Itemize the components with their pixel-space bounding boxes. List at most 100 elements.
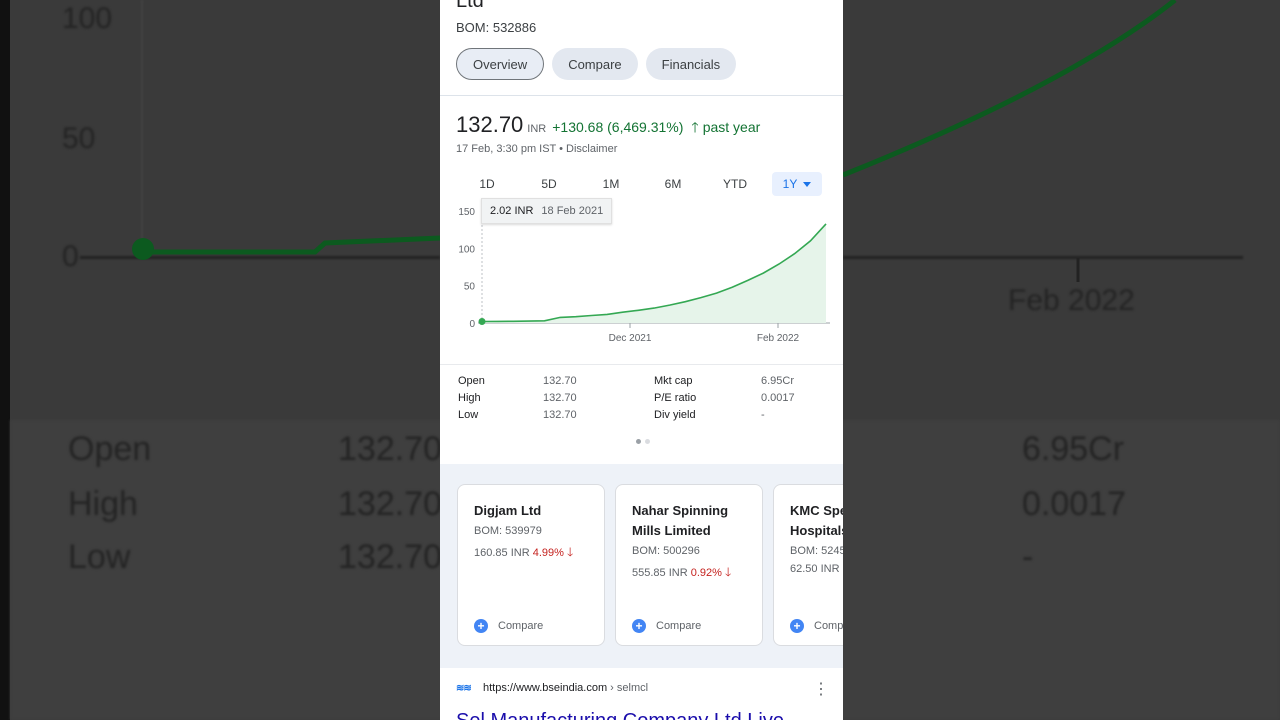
- result-title-link[interactable]: Sel Manufacturing Company Ltd Live: [456, 710, 784, 720]
- current-price: 132.70: [456, 112, 524, 137]
- stat-label: Open: [458, 375, 485, 387]
- card-ticker: BOM: 524520: [790, 545, 843, 557]
- bg-stat-value: 132.70: [338, 485, 442, 523]
- data-point: [478, 317, 486, 325]
- compare-card[interactable]: KMC Speciality Hospitals BOM: 524520 62.…: [773, 484, 843, 646]
- tab-overview[interactable]: Overview: [456, 48, 545, 80]
- card-ticker: BOM: 500296: [632, 545, 700, 557]
- compare-button[interactable]: + Compare: [474, 619, 543, 633]
- compare-card[interactable]: Nahar Spinning Mills Limited BOM: 500296…: [615, 484, 763, 646]
- tooltip-date: 18 Feb 2021: [541, 205, 604, 217]
- result-domain: https://www.bseindia.com: [483, 682, 608, 694]
- bg-right-value: 6.95Cr: [1022, 430, 1125, 468]
- price-row: 132.70 INR +130.68 (6,469.31%) 🡑 past ye…: [456, 112, 760, 141]
- range-1y-label: 1Y: [782, 177, 798, 191]
- stat-label: High: [458, 392, 481, 404]
- bg-stat-value: 132.70: [338, 538, 442, 576]
- card-change-pct: 0.92%: [690, 567, 722, 579]
- y-tick-label: 50: [464, 282, 476, 293]
- compare-label: Compare: [656, 620, 702, 632]
- bg-right-value: -: [1022, 538, 1034, 576]
- card-company-name: Nahar Spinning Mills Limited: [632, 503, 729, 538]
- stats-table: Open 132.70 Mkt cap 6.95Cr High 132.70 P…: [458, 375, 795, 426]
- stat-label: Mkt cap: [654, 375, 693, 387]
- carousel-dot-active[interactable]: [636, 439, 641, 444]
- result-breadcrumb: › selmcl: [607, 682, 649, 694]
- x-tick-label: Feb 2022: [757, 333, 800, 344]
- y-tick-label: 100: [458, 244, 475, 255]
- tab-compare[interactable]: Compare: [552, 48, 638, 80]
- carousel-dot[interactable]: [645, 439, 650, 444]
- stat-value: 6.95Cr: [761, 375, 795, 387]
- card-price-row: 160.85 INR 4.99% 🡓: [474, 543, 588, 564]
- bg-x-label: Feb 2022: [1008, 284, 1135, 317]
- stat-label: P/E ratio: [654, 392, 697, 404]
- carousel-dots: [636, 439, 650, 444]
- y-tick-label: 150: [458, 207, 475, 218]
- bg-stat-label: High: [68, 485, 138, 523]
- range-selector: 1D 5D 1M 6M YTD 1Y: [456, 172, 826, 196]
- x-tick-label: Dec 2021: [609, 333, 652, 344]
- bg-right-value: 0.0017: [1022, 485, 1126, 523]
- card-company-name: KMC Speciality Hospitals: [790, 503, 843, 538]
- stat-row: High 132.70 P/E ratio 0.0017: [458, 392, 795, 409]
- range-1m[interactable]: 1M: [580, 172, 642, 196]
- card-price: 62.50 INR: [790, 563, 840, 575]
- range-1y-dropdown[interactable]: 1Y: [772, 172, 822, 196]
- more-vert-icon[interactable]: ⋮: [813, 682, 829, 698]
- card-price-row: 62.50 INR: [790, 563, 843, 575]
- compare-button[interactable]: + Compare: [790, 619, 843, 633]
- chart-tooltip: 2.02 INR 18 Feb 2021: [481, 198, 613, 224]
- change-period: past year: [702, 119, 761, 135]
- down-arrow-icon: 🡓: [566, 545, 574, 559]
- chevron-down-icon: [803, 181, 812, 187]
- price-change: +130.68 (6,469.31%): [552, 119, 684, 135]
- plus-icon: +: [790, 619, 804, 633]
- range-6m[interactable]: 6M: [642, 172, 704, 196]
- bg-stat-label: Low: [68, 538, 131, 576]
- compare-button[interactable]: + Compare: [632, 619, 701, 633]
- card-ticker: BOM: 539979: [474, 525, 542, 537]
- plus-icon: +: [632, 619, 646, 633]
- card-company-name: Digjam Ltd: [474, 503, 542, 518]
- y-tick-label: 0: [469, 319, 475, 330]
- bse-favicon-icon: ≋≋: [456, 683, 472, 694]
- card-change-pct: 4.99%: [532, 547, 564, 559]
- stat-row: Low 132.70 Div yield -: [458, 409, 795, 426]
- company-name: Ltd: [456, 0, 484, 12]
- compare-card[interactable]: Digjam Ltd BOM: 539979 160.85 INR 4.99% …: [457, 484, 605, 646]
- up-arrow-icon: 🡑: [691, 119, 699, 135]
- tooltip-value: 2.02 INR: [490, 205, 534, 217]
- tab-bar: Overview Compare Financials: [456, 48, 737, 80]
- stock-header: Ltd BOM: 532886 Overview Compare Financi…: [440, 0, 843, 96]
- key-stats: Open 132.70 Mkt cap 6.95Cr High 132.70 P…: [440, 364, 843, 464]
- compare-cards: Digjam Ltd BOM: 539979 160.85 INR 4.99% …: [440, 464, 843, 654]
- search-result: ≋≋ https://www.bseindia.com › selmcl ⋮ S…: [440, 668, 843, 720]
- quote-timestamp[interactable]: 17 Feb, 3:30 pm IST • Disclaimer: [456, 143, 617, 155]
- stat-label: Div yield: [654, 409, 696, 421]
- compare-label: Compare: [498, 620, 544, 632]
- stat-value: 132.70: [543, 392, 577, 404]
- compare-label: Compare: [814, 620, 843, 632]
- bg-stat-value: 132.70: [338, 430, 442, 468]
- down-arrow-icon: 🡓: [724, 565, 732, 579]
- phone-screen: Ltd BOM: 532886 Overview Compare Financi…: [440, 0, 843, 720]
- stat-value: 0.0017: [761, 392, 795, 404]
- price-chart-panel: 132.70 INR +130.68 (6,469.31%) 🡑 past ye…: [440, 96, 843, 364]
- range-5d[interactable]: 5D: [518, 172, 580, 196]
- result-url[interactable]: https://www.bseindia.com › selmcl: [483, 682, 648, 694]
- range-1d[interactable]: 1D: [456, 172, 518, 196]
- stat-label: Low: [458, 409, 479, 421]
- stat-value: 132.70: [543, 409, 577, 421]
- ticker-label: BOM: 532886: [456, 20, 537, 35]
- card-price-row: 555.85 INR 0.92% 🡓: [632, 563, 746, 584]
- stat-value: -: [761, 409, 765, 421]
- card-price: 160.85 INR: [474, 547, 530, 559]
- currency-label: INR: [527, 123, 547, 135]
- card-price: 555.85 INR: [632, 567, 688, 579]
- plus-icon: +: [474, 619, 488, 633]
- stat-value: 132.70: [543, 375, 577, 387]
- range-ytd[interactable]: YTD: [704, 172, 766, 196]
- bg-stat-label: Open: [68, 430, 152, 468]
- tab-financials[interactable]: Financials: [645, 48, 737, 80]
